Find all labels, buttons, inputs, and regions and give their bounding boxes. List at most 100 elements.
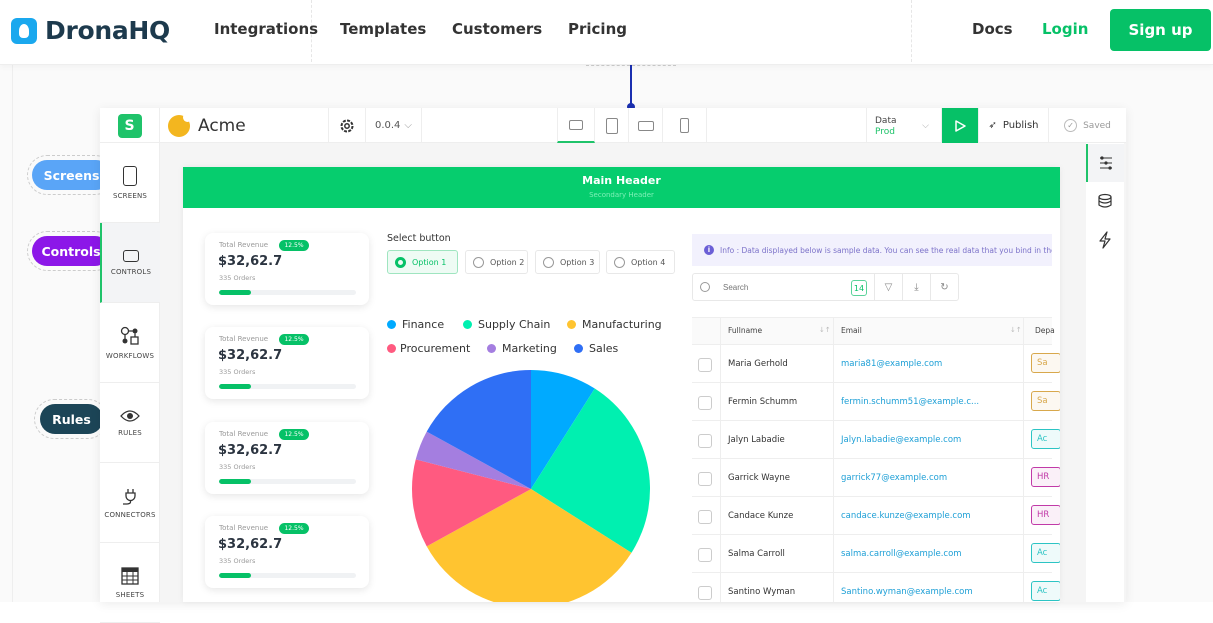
sidebar-item-controls[interactable]: CONTROLS [100,223,160,303]
row-checkbox[interactable] [698,548,712,562]
nav-customers[interactable]: Customers [452,20,542,38]
row-checkbox[interactable] [698,396,712,410]
nav-docs[interactable]: Docs [972,20,1013,38]
eye-icon [120,409,140,422]
database-icon [1098,193,1112,208]
select-button-label: Select button [387,233,451,244]
refresh-icon: ↻ [940,281,949,293]
brand-logo[interactable]: DronaHQ [11,16,170,45]
chevron-down-icon: ⌵ [404,120,413,131]
revenue-value: $32,62.7 [218,348,283,363]
row-email[interactable]: maria81@example.com [841,359,942,369]
settings-button[interactable] [329,108,366,143]
nav-templates[interactable]: Templates [340,20,426,38]
device-phone[interactable] [663,108,707,143]
revenue-card[interactable]: Total Revenue 12.5% $32,62.7 335 Orders [205,327,369,399]
sidebar-item-workflows[interactable]: WORKFLOWS [100,303,160,383]
app-logo-cell[interactable]: S [100,108,160,143]
legend-procurement[interactable]: Procurement [387,342,470,355]
radio-icon [395,256,406,268]
row-checkbox[interactable] [698,586,712,600]
version-dropdown[interactable]: 0.0.4 ⌵ [366,108,422,143]
option-3[interactable]: Option 3 [535,250,600,274]
table-row[interactable]: Salma Carroll salma.carroll@example.com Ac [692,535,1060,573]
option-2[interactable]: Option 2 [465,250,528,274]
revenue-card[interactable]: Total Revenue 12.5% $32,62.7 335 Orders [205,233,369,305]
revenue-card[interactable]: Total Revenue 12.5% $32,62.7 335 Orders [205,422,369,494]
row-checkbox[interactable] [698,358,712,372]
row-email[interactable]: Jalyn.labadie@example.com [841,435,961,445]
table-row[interactable]: Santino Wyman Santino.wyman@example.com Ac [692,573,1060,602]
row-checkbox[interactable] [698,472,712,486]
table-row[interactable]: Garrick Wayne garrick77@example.com HR [692,459,1060,497]
row-email[interactable]: garrick77@example.com [841,473,947,483]
app-name-cell[interactable]: Acme [160,108,329,143]
secondary-header: Secondary Header [589,191,654,199]
radio-icon [614,256,625,268]
orders-count: 335 Orders [219,274,256,282]
legend-supply-chain[interactable]: Supply Chain [463,318,550,331]
table-row[interactable]: Candace Kunze candace.kunze@example.com HR [692,497,1060,535]
legend-sales[interactable]: Sales [574,342,618,355]
device-tablet-landscape[interactable] [629,108,663,143]
publish-button[interactable]: ➶ Publish [979,108,1049,143]
preview-play-button[interactable] [942,108,979,143]
sidebar-item-rules[interactable]: RULES [100,383,160,463]
growth-badge: 12.5% [279,334,309,345]
signup-button[interactable]: Sign up [1110,9,1211,51]
nav-pricing[interactable]: Pricing [568,20,627,38]
login-link[interactable]: Login [1042,20,1088,38]
sidebar-item-connectors[interactable]: CONNECTORS [100,463,160,543]
row-checkbox[interactable] [698,510,712,524]
device-laptop[interactable] [557,108,595,143]
tablet-icon [605,117,618,134]
row-fullname: Candace Kunze [728,511,794,521]
data-env-dropdown[interactable]: Data Prod ⌵ [866,108,942,143]
option-4[interactable]: Option 4 [606,250,675,274]
sidebar-item-screens[interactable]: SCREENS [100,143,160,223]
row-checkbox[interactable] [698,434,712,448]
device-tablet[interactable] [595,108,629,143]
nav-integrations[interactable]: Integrations [214,20,318,38]
revenue-progress [219,290,356,295]
pointer-line [630,65,632,107]
cookie-icon [168,112,192,137]
revenue-card[interactable]: Total Revenue 12.5% $32,62.7 335 Orders [205,516,369,588]
table-search-input[interactable] [723,283,843,292]
row-department-tag: Ac [1031,543,1060,563]
actions-tab[interactable] [1086,221,1124,259]
data-tab[interactable] [1086,182,1124,220]
row-email[interactable]: fermin.schumm51@example.c... [841,397,979,407]
callout-controls: Controls [32,236,110,266]
sort-icon[interactable]: ↓↑ [819,326,831,334]
row-email[interactable]: candace.kunze@example.com [841,511,971,521]
table-row[interactable]: Jalyn Labadie Jalyn.labadie@example.com Ac [692,421,1060,459]
table-row[interactable]: Maria Gerhold maria81@example.com Sa [692,345,1060,383]
screens-icon [123,165,137,186]
version-label: 0.0.4 [374,120,401,131]
row-department-tag: HR [1031,467,1060,487]
main-header-bar[interactable]: Main Header Secondary Header [183,167,1060,208]
phone-icon [680,118,689,133]
row-email[interactable]: salma.carroll@example.com [841,549,962,559]
tablet-landscape-icon [637,120,654,131]
row-department-tag: Ac [1031,581,1060,601]
download-button[interactable]: ⤓ [902,274,930,300]
legend-finance[interactable]: Finance [387,318,444,331]
properties-tab[interactable] [1086,144,1124,182]
sidebar-item-sheets[interactable]: SHEETS [100,543,160,623]
controls-icon [123,249,139,262]
sort-icon[interactable]: ↓↑ [1010,326,1022,334]
legend-dot [574,344,583,353]
legend-marketing[interactable]: Marketing [487,342,557,355]
builder-toolbar: S Acme 0.0.4 ⌵ Data Prod ⌵ ➶ Publish ✓ S… [100,108,1126,143]
col-email[interactable]: Email [841,326,862,335]
table-row[interactable]: Fermin Schumm fermin.schumm51@example.c..… [692,383,1060,421]
row-email[interactable]: Santino.wyman@example.com [841,587,973,597]
col-fullname[interactable]: Fullname [728,326,762,335]
option-1[interactable]: Option 1 [387,250,458,274]
filter-button[interactable]: ▽ [874,274,902,300]
legend-manufacturing[interactable]: Manufacturing [567,318,662,331]
refresh-button[interactable]: ↻ [930,274,958,300]
col-department[interactable]: Depa [1035,326,1055,335]
